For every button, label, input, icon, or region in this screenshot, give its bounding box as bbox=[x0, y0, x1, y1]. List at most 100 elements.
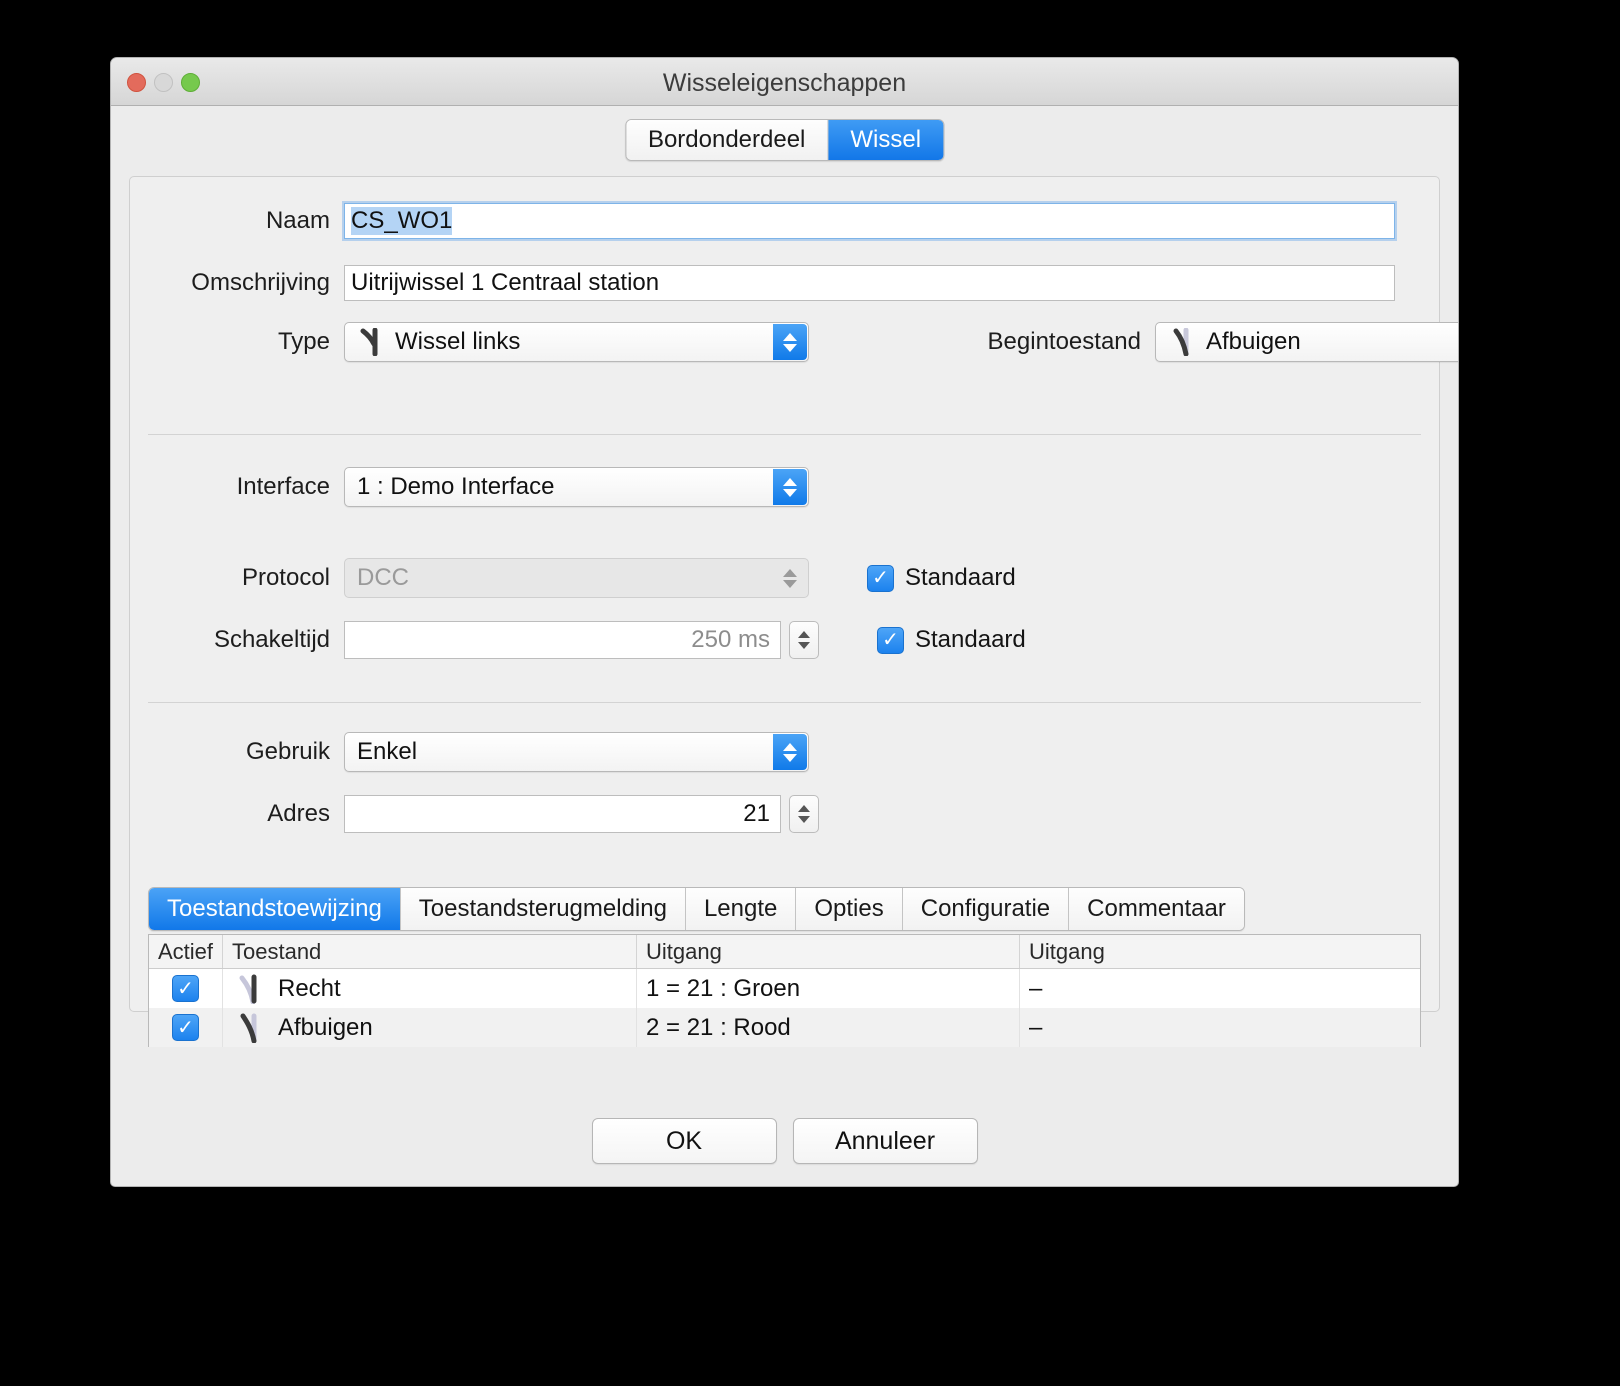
gebruik-dropdown[interactable]: Enkel bbox=[344, 732, 809, 772]
row-toestand-cell: Recht bbox=[223, 969, 637, 1008]
type-dropdown[interactable]: Wissel links bbox=[344, 322, 809, 362]
checkbox-checked-icon: ✓ bbox=[867, 564, 894, 592]
type-stepper-arrows[interactable] bbox=[773, 324, 807, 360]
type-value: Wissel links bbox=[395, 328, 521, 355]
chevron-down-icon bbox=[783, 488, 797, 497]
chevron-up-icon bbox=[783, 477, 797, 486]
interface-row: Interface 1 : Demo Interface bbox=[130, 467, 809, 507]
schakeltijd-value: 250 ms bbox=[691, 626, 770, 653]
begintoestand-label: Begintoestand bbox=[987, 328, 1141, 355]
tab-bordonderdeel[interactable]: Bordonderdeel bbox=[625, 120, 829, 160]
tab-configuratie[interactable]: Configuratie bbox=[902, 888, 1070, 930]
schakeltijd-standaard-checkbox[interactable]: ✓ Standaard bbox=[877, 626, 1026, 654]
begintoestand-value: Afbuigen bbox=[1206, 328, 1301, 355]
protocol-stepper-arrows bbox=[773, 560, 807, 596]
adres-input[interactable]: 21 bbox=[344, 795, 781, 833]
turnout-diverging-icon bbox=[238, 1013, 260, 1043]
schakeltijd-input[interactable]: 250 ms bbox=[344, 621, 781, 659]
protocol-label: Protocol bbox=[241, 564, 330, 591]
tab-wissel[interactable]: Wissel bbox=[828, 120, 944, 160]
dialog-footer: OK Annuleer bbox=[111, 1118, 1458, 1164]
protocol-row: Protocol DCC ✓ Standaard bbox=[130, 558, 1016, 598]
checkbox-checked-icon: ✓ bbox=[172, 1014, 199, 1041]
chevron-up-icon bbox=[798, 805, 810, 812]
table-row[interactable]: ✓ Recht 1 = 21 : Groen – bbox=[149, 969, 1420, 1008]
turnout-left-icon bbox=[359, 328, 381, 356]
top-tab-segmented-control: Bordonderdeel Wissel bbox=[624, 119, 945, 161]
type-label: Type bbox=[277, 328, 330, 355]
toestand-table: Actief Toestand Uitgang Uitgang ✓ Recht … bbox=[148, 934, 1421, 1047]
begintoestand-dropdown[interactable]: Afbuigen bbox=[1155, 322, 1458, 362]
tab-opties[interactable]: Opties bbox=[796, 888, 903, 930]
window-title: Wisseleigenschappen bbox=[662, 69, 907, 97]
column-header-uitgang-1[interactable]: Uitgang bbox=[637, 935, 1020, 968]
chevron-up-icon bbox=[783, 568, 797, 577]
chevron-down-icon bbox=[783, 579, 797, 588]
tab-toestandstoewijzing[interactable]: Toestandstoewijzing bbox=[149, 888, 401, 930]
ok-button[interactable]: OK bbox=[591, 1118, 777, 1164]
checkbox-checked-icon: ✓ bbox=[877, 626, 904, 654]
row-actief-checkbox[interactable]: ✓ bbox=[149, 1008, 223, 1047]
adres-stepper[interactable] bbox=[789, 795, 819, 833]
tab-lengte[interactable]: Lengte bbox=[685, 888, 797, 930]
turnout-diverging-icon bbox=[1170, 328, 1192, 356]
turnout-straight-icon bbox=[238, 974, 260, 1004]
protocol-standaard-label: Standaard bbox=[905, 564, 1016, 591]
chevron-up-icon bbox=[783, 742, 797, 751]
window-titlebar: Wisseleigenschappen bbox=[111, 58, 1458, 106]
table-row[interactable]: ✓ Afbuigen 2 = 21 : Rood – bbox=[149, 1008, 1420, 1047]
divider-2 bbox=[148, 702, 1421, 703]
row-toestand-cell: Afbuigen bbox=[223, 1008, 637, 1047]
tab-commentaar[interactable]: Commentaar bbox=[1069, 888, 1244, 930]
row-uitgang-1: 2 = 21 : Rood bbox=[637, 1008, 1020, 1047]
chevron-down-icon bbox=[783, 753, 797, 762]
row-uitgang-2: – bbox=[1029, 1013, 1043, 1041]
gebruik-value: Enkel bbox=[357, 738, 418, 765]
interface-label: Interface bbox=[236, 473, 330, 500]
properties-panel: Naam CS_WO1 Omschrijving Uitrijwissel 1 … bbox=[129, 176, 1458, 1047]
row-toestand-label: Recht bbox=[278, 974, 341, 1002]
schakeltijd-stepper[interactable] bbox=[789, 621, 819, 659]
schakeltijd-label: Schakeltijd bbox=[213, 626, 330, 653]
adres-row: Adres 21 bbox=[130, 795, 819, 833]
adres-value: 21 bbox=[743, 800, 770, 827]
schakeltijd-standaard-label: Standaard bbox=[915, 626, 1026, 653]
omschrijving-value: Uitrijwissel 1 Centraal station bbox=[351, 269, 660, 296]
interface-value: 1 : Demo Interface bbox=[357, 473, 555, 500]
naam-value: CS_WO1 bbox=[351, 207, 453, 235]
naam-row: Naam CS_WO1 bbox=[130, 203, 1395, 239]
row-toestand-label: Afbuigen bbox=[278, 1013, 373, 1041]
detail-tabbar: Toestandstoewijzing Toestandsterugmeldin… bbox=[148, 887, 1245, 931]
gebruik-stepper-arrows[interactable] bbox=[773, 734, 807, 770]
chevron-down-icon bbox=[798, 642, 810, 649]
schakeltijd-row: Schakeltijd 250 ms ✓ Standaard bbox=[130, 621, 1026, 659]
naam-input[interactable]: CS_WO1 bbox=[344, 203, 1395, 239]
gebruik-label: Gebruik bbox=[245, 738, 330, 765]
protocol-value: DCC bbox=[357, 564, 409, 591]
gebruik-row: Gebruik Enkel bbox=[130, 732, 809, 772]
chevron-down-icon bbox=[783, 343, 797, 352]
omschrijving-label: Omschrijving bbox=[191, 269, 330, 296]
omschrijving-row: Omschrijving Uitrijwissel 1 Centraal sta… bbox=[130, 265, 1395, 301]
chevron-up-icon bbox=[798, 631, 810, 638]
adres-label: Adres bbox=[267, 800, 330, 827]
interface-dropdown[interactable]: 1 : Demo Interface bbox=[344, 467, 809, 507]
cancel-button[interactable]: Annuleer bbox=[792, 1118, 978, 1164]
row-uitgang-1: 1 = 21 : Groen bbox=[637, 969, 1020, 1008]
chevron-down-icon bbox=[798, 816, 810, 823]
row-uitgang-2: – bbox=[1029, 974, 1043, 1002]
column-header-uitgang-2[interactable]: Uitgang bbox=[1020, 935, 1420, 968]
row-actief-checkbox[interactable]: ✓ bbox=[149, 969, 223, 1008]
column-header-actief[interactable]: Actief bbox=[149, 935, 223, 968]
protocol-standaard-checkbox[interactable]: ✓ Standaard bbox=[867, 564, 1016, 592]
column-header-toestand[interactable]: Toestand bbox=[223, 935, 637, 968]
dialog-window: Wisseleigenschappen Bordonderdeel Wissel… bbox=[110, 57, 1459, 1187]
divider-1 bbox=[148, 434, 1421, 435]
omschrijving-input[interactable]: Uitrijwissel 1 Centraal station bbox=[344, 265, 1395, 301]
checkbox-checked-icon: ✓ bbox=[172, 975, 199, 1002]
tab-toestandsterugmelding[interactable]: Toestandsterugmelding bbox=[400, 888, 686, 930]
interface-stepper-arrows[interactable] bbox=[773, 469, 807, 505]
protocol-dropdown: DCC bbox=[344, 558, 809, 598]
table-header-row: Actief Toestand Uitgang Uitgang bbox=[149, 935, 1420, 969]
type-row: Type Wissel links Begintoestand Afbuigen bbox=[130, 322, 1458, 362]
